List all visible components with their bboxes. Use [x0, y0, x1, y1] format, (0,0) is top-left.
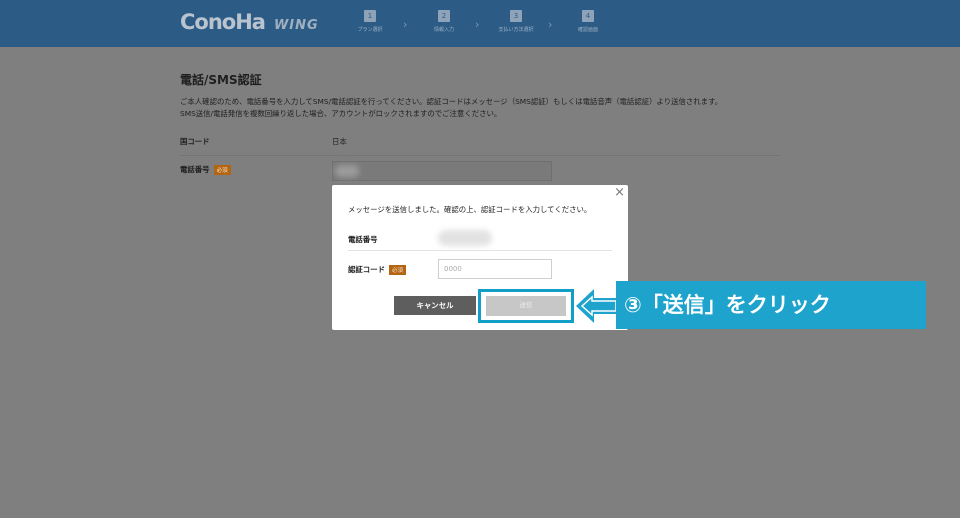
step-label: 確認画面 [577, 27, 598, 33]
close-icon[interactable]: × [614, 186, 625, 200]
country-code-label: 国コード [180, 137, 210, 146]
step-payment: 3 支払い方法選択 [486, 10, 546, 33]
step-confirm: 4 確認画面 [558, 10, 618, 33]
phone-number-label-text: 電話番号 [180, 165, 210, 174]
phone-number-input[interactable] [332, 161, 552, 181]
step-plan: 1 プラン選択 [340, 10, 400, 33]
dialog-code-row: 認証コード 必須 [348, 259, 612, 281]
step-info: 2 情報入力 [414, 10, 474, 33]
phone-number-row: 電話番号 必須 [180, 158, 780, 188]
dialog-phone-row: 電話番号 [348, 229, 612, 251]
dialog-message: メッセージを送信しました。確認の上、認証コードを入力してください。 [348, 205, 592, 214]
step-label: 情報入力 [433, 27, 454, 33]
redacted-phone-number [438, 230, 492, 246]
step-label: プラン選択 [357, 27, 383, 33]
top-header: ConoHa WING 1 プラン選択 › 2 情報入力 › 3 支払い方法選択… [0, 0, 960, 47]
pointer-arrow-icon [576, 289, 620, 323]
verification-code-label-text: 認証コード [348, 265, 385, 274]
verification-code-label: 認証コード 必須 [348, 264, 406, 275]
progress-steps: 1 プラン選択 › 2 情報入力 › 3 支払い方法選択 › 4 確認画面 [340, 10, 620, 40]
step-label: 支払い方法選択 [498, 27, 534, 33]
instruction-callout: ③「送信」をクリック [616, 281, 926, 329]
logo-text: ConoHa [180, 10, 266, 34]
required-badge: 必須 [213, 165, 231, 175]
page-description: ご本人確認のため、電話番号を入力してSMS/電話認証を行ってください。認証コード… [180, 96, 800, 120]
phone-number-label: 電話番号 必須 [180, 164, 231, 175]
conoha-wing-logo[interactable]: ConoHa WING [180, 10, 319, 38]
chevron-right-icon: › [548, 18, 553, 31]
description-line: ご本人確認のため、電話番号を入力してSMS/電話認証を行ってください。認証コード… [180, 97, 723, 106]
step-number: 4 [582, 10, 594, 22]
country-code-value: 日本 [332, 137, 347, 146]
country-code-row: 国コード 日本 [180, 130, 780, 156]
step-number: 3 [510, 10, 522, 22]
logo-subtext: WING [273, 18, 319, 33]
required-badge: 必須 [388, 265, 406, 275]
redacted-phone-number [335, 165, 359, 177]
verification-code-input[interactable] [438, 259, 552, 279]
send-button[interactable]: 送信 [486, 296, 566, 316]
page-title: 電話/SMS認証 [180, 73, 262, 87]
step-number: 2 [438, 10, 450, 22]
dialog-phone-label: 電話番号 [348, 235, 378, 244]
send-button-highlight: 送信 [478, 289, 574, 323]
description-line: SMS送信/電話発信を複数回繰り返した場合、アカウントがロックされますのでご注意… [180, 109, 502, 118]
cancel-button[interactable]: キャンセル [394, 296, 476, 315]
step-number: 1 [364, 10, 376, 22]
chevron-right-icon: › [475, 18, 480, 31]
chevron-right-icon: › [403, 18, 408, 31]
